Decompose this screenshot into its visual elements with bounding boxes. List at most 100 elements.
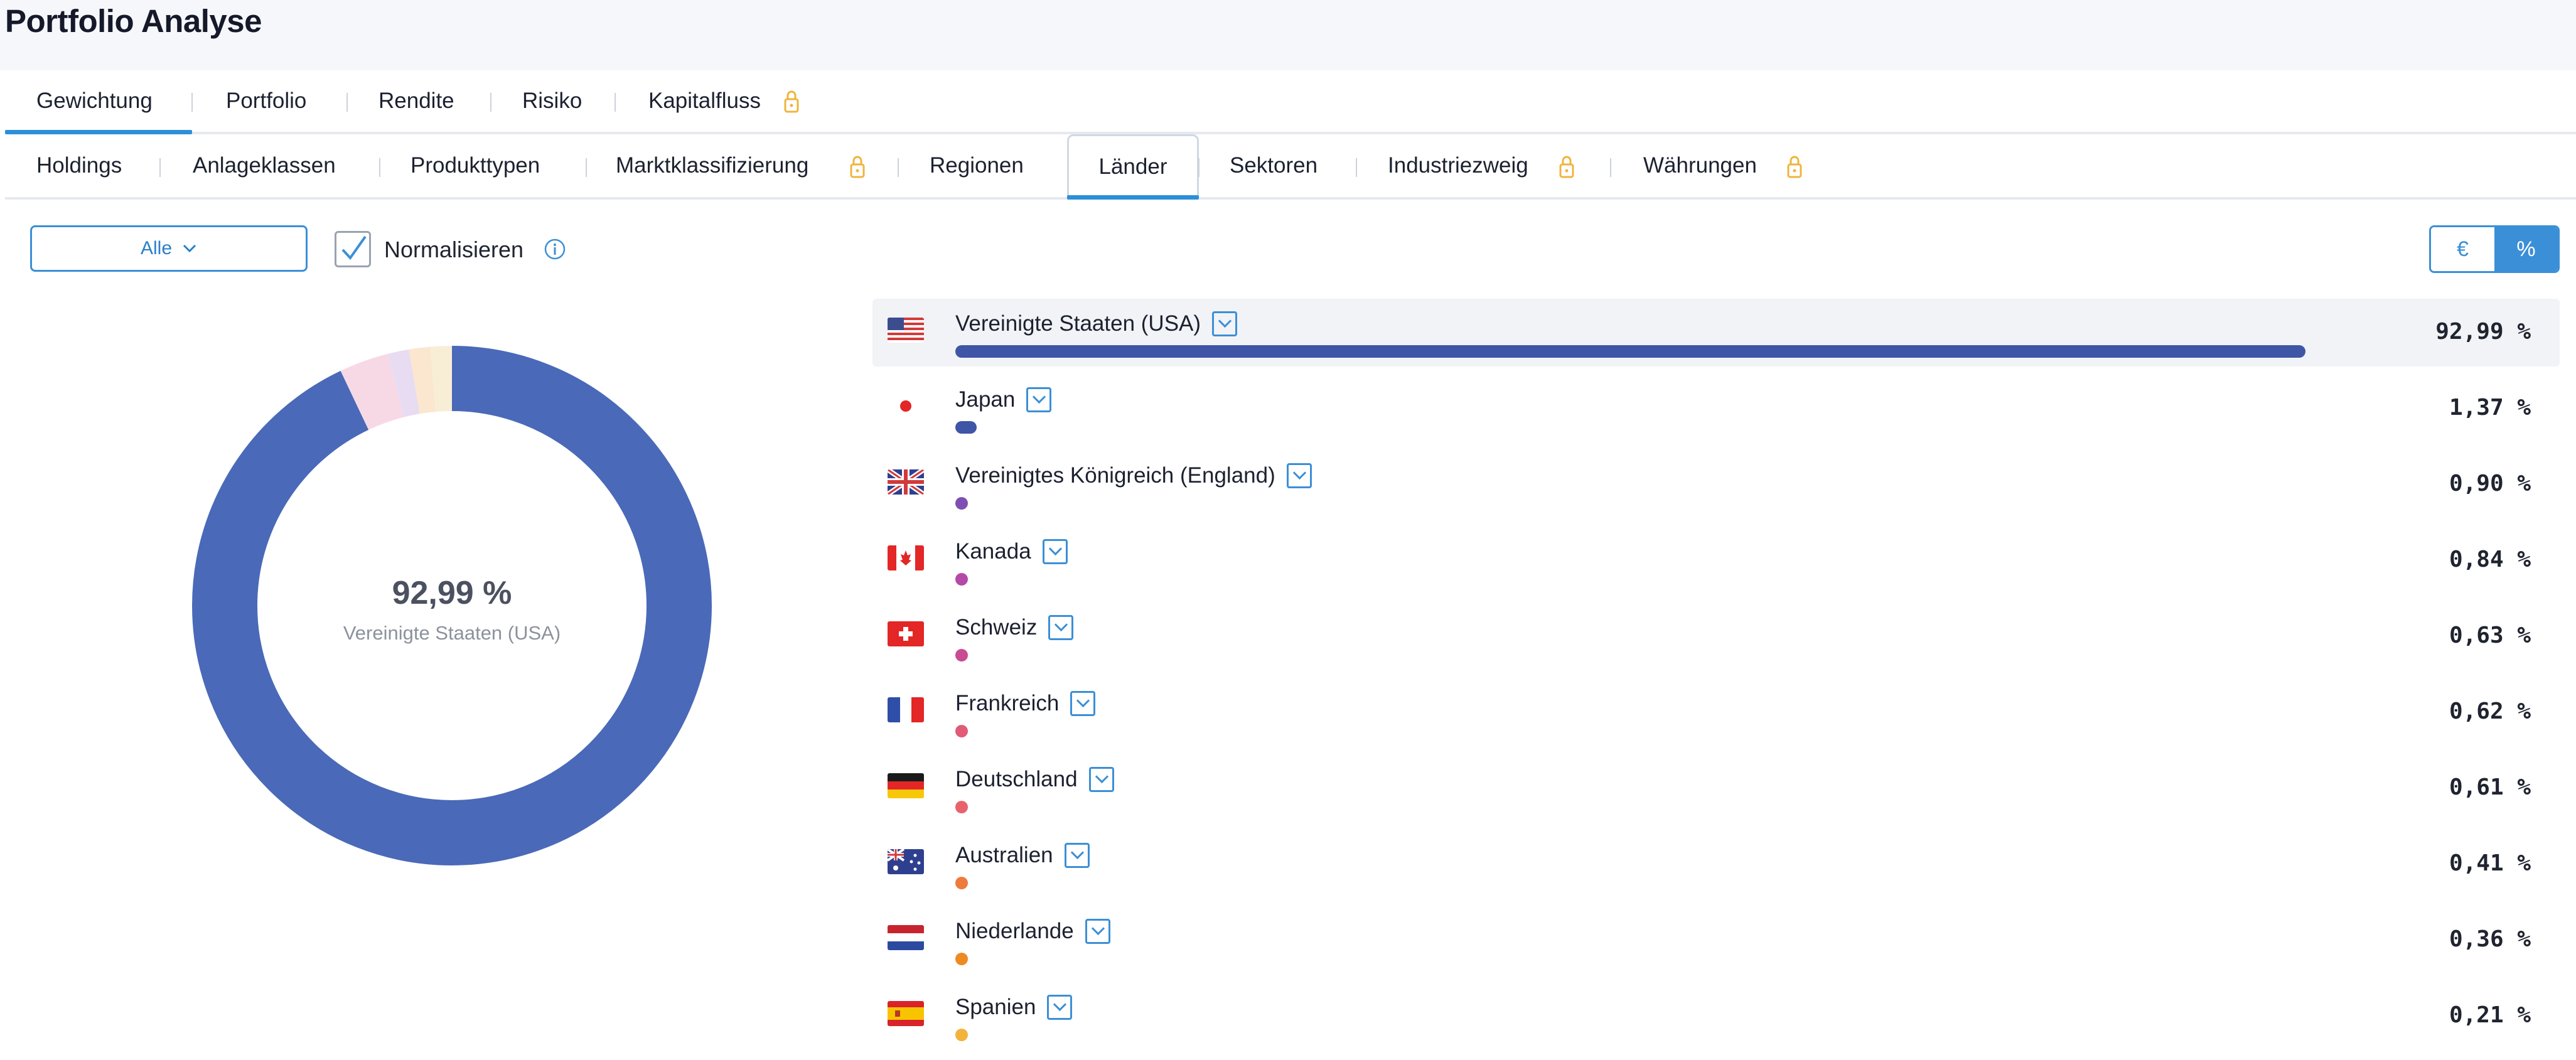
country-row-canada[interactable]: Kanada 0,84 %	[872, 527, 2560, 594]
chevron-down-icon[interactable]	[1026, 387, 1052, 412]
country-share-bar	[955, 953, 968, 965]
tab-regionen[interactable]: Regionen	[930, 134, 1024, 197]
tab-sektoren[interactable]: Sektoren	[1230, 134, 1318, 197]
chevron-down-icon[interactable]	[1286, 463, 1312, 488]
country-row-usa[interactable]: Vereinigte Staaten (USA) 92,99 %	[872, 299, 2560, 367]
country-percent: 1,37 %	[2449, 395, 2531, 420]
tab-divider	[614, 93, 616, 112]
chevron-down-icon[interactable]	[1088, 767, 1114, 792]
filter-selected-value: Alle	[140, 238, 173, 259]
page-header: Portfolio Analyse	[0, 0, 2576, 70]
country-name: Australien	[955, 843, 1090, 868]
country-name: Japan	[955, 387, 1052, 412]
country-share-bar	[955, 497, 968, 510]
country-row-switzerland[interactable]: Schweiz 0,63 %	[872, 602, 2560, 670]
tab-gewichtung[interactable]: Gewichtung	[5, 70, 192, 134]
tab-divider	[586, 158, 587, 177]
country-percent: 0,21 %	[2449, 1002, 2531, 1028]
tab-kapitalfluss[interactable]: Kapitalfluss	[648, 70, 761, 132]
country-share-bar	[955, 573, 968, 586]
country-name: Vereinigte Staaten (USA)	[955, 311, 1238, 336]
euro-toggle-button[interactable]: €	[2431, 227, 2494, 271]
country-row-germany[interactable]: Deutschland 0,61 %	[872, 754, 2560, 822]
au-flag-icon	[888, 849, 924, 874]
country-percent: 0,61 %	[2449, 774, 2531, 800]
chevron-down-icon[interactable]	[1085, 919, 1110, 944]
unit-toggle: € %	[2429, 225, 2560, 273]
tab-industriezweig[interactable]: Industriezweig	[1388, 134, 1528, 197]
country-share-bar	[955, 1029, 968, 1041]
country-name: Schweiz	[955, 615, 1074, 640]
country-name: Vereinigtes Königreich (England)	[955, 463, 1312, 488]
country-percent: 0,36 %	[2449, 926, 2531, 952]
country-row-japan[interactable]: Japan 1,37 %	[872, 375, 2560, 442]
gb-flag-icon	[888, 469, 924, 495]
tab-divider	[898, 158, 899, 177]
chevron-down-icon[interactable]	[1064, 843, 1090, 868]
main-tab-bar: Gewichtung Portfolio Rendite Risiko Kapi…	[5, 70, 2576, 134]
tab-holdings[interactable]: Holdings	[36, 134, 122, 197]
tab-divider	[1610, 158, 1611, 177]
donut-center-value: 92,99 %	[392, 575, 512, 611]
country-row-uk[interactable]: Vereinigtes Königreich (England) 0,90 %	[872, 451, 2560, 518]
country-name: Frankreich	[955, 691, 1096, 716]
tab-divider	[1198, 158, 1199, 177]
tab-marktklassifizierung[interactable]: Marktklassifizierung	[616, 134, 808, 197]
country-percent: 0,90 %	[2449, 471, 2531, 496]
info-icon[interactable]	[544, 238, 566, 260]
country-name: Niederlande	[955, 919, 1110, 944]
lock-icon	[1559, 156, 1574, 178]
fr-flag-icon	[888, 697, 924, 722]
country-row-spain[interactable]: Spanien 0,21 %	[872, 982, 2560, 1050]
tab-waehrungen[interactable]: Währungen	[1643, 134, 1757, 197]
normalize-label: Normalisieren	[384, 237, 524, 262]
tab-rendite[interactable]: Rendite	[378, 70, 454, 132]
jp-flag-icon	[888, 393, 924, 419]
us-flag-icon	[888, 318, 924, 343]
chevron-down-icon[interactable]	[1212, 311, 1238, 336]
chevron-down-icon[interactable]	[1048, 615, 1074, 640]
lock-icon	[1787, 156, 1802, 178]
country-name: Deutschland	[955, 767, 1114, 792]
filter-dropdown[interactable]: Alle	[30, 225, 308, 272]
tab-laender[interactable]: Länder	[1067, 134, 1199, 200]
country-share-bar	[955, 345, 2305, 358]
normalize-checkbox[interactable]	[335, 231, 371, 267]
tab-divider	[191, 93, 193, 112]
country-percent: 0,41 %	[2449, 850, 2531, 876]
country-share-bar	[955, 725, 968, 737]
country-share-bar	[955, 801, 968, 813]
country-row-france[interactable]: Frankreich 0,62 %	[872, 678, 2560, 746]
checkmark-icon	[341, 235, 367, 260]
country-name: Spanien	[955, 995, 1073, 1020]
country-percent: 0,63 %	[2449, 623, 2531, 648]
donut-center-label: Vereinigte Staaten (USA)	[343, 622, 561, 644]
tab-portfolio[interactable]: Portfolio	[226, 70, 306, 132]
sub-tab-bar: Holdings Anlageklassen Produkttypen Mark…	[5, 134, 2576, 200]
percent-toggle-button[interactable]: %	[2494, 227, 2558, 271]
tab-divider	[159, 158, 161, 177]
chevron-down-icon[interactable]	[1070, 691, 1096, 716]
country-share-bar	[955, 421, 977, 434]
country-percent: 92,99 %	[2435, 319, 2531, 345]
country-share-bar	[955, 649, 968, 661]
country-name: Kanada	[955, 539, 1068, 564]
country-share-bar	[955, 877, 968, 889]
tab-risiko[interactable]: Risiko	[522, 70, 582, 132]
de-flag-icon	[888, 773, 924, 798]
chevron-down-icon[interactable]	[1047, 995, 1073, 1020]
page-title: Portfolio Analyse	[5, 3, 262, 39]
country-row-australia[interactable]: Australien 0,41 %	[872, 830, 2560, 898]
nl-flag-icon	[888, 925, 924, 950]
tab-anlageklassen[interactable]: Anlageklassen	[193, 134, 336, 197]
country-row-netherlands[interactable]: Niederlande 0,36 %	[872, 906, 2560, 974]
ca-flag-icon	[888, 545, 924, 570]
lock-icon	[784, 90, 799, 113]
chevron-down-icon	[183, 244, 196, 253]
chevron-down-icon[interactable]	[1042, 539, 1068, 564]
country-percent: 0,84 %	[2449, 547, 2531, 572]
lock-icon	[850, 156, 865, 178]
tab-produkttypen[interactable]: Produkttypen	[411, 134, 540, 197]
country-percent: 0,62 %	[2449, 699, 2531, 724]
tab-divider	[379, 158, 380, 177]
